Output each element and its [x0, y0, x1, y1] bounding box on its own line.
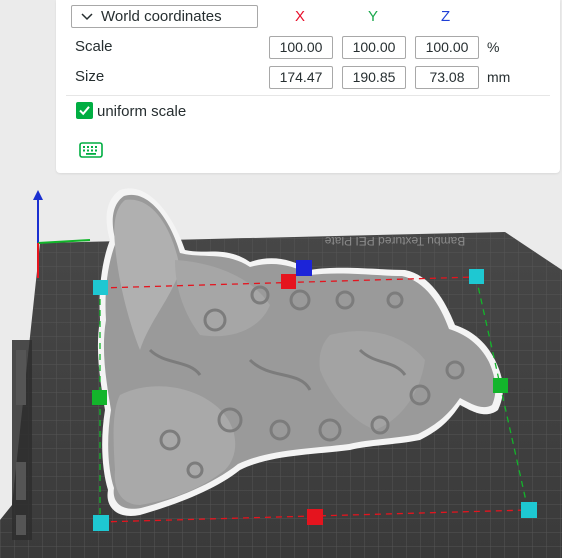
size-unit: mm: [487, 69, 511, 85]
size-z-input[interactable]: 73.08: [415, 66, 479, 89]
scale-z-input[interactable]: 100.00: [415, 36, 479, 59]
scale-unit: %: [487, 39, 500, 55]
z-scale-handle[interactable]: [296, 260, 312, 276]
scale-panel: World coordinates X Y Z Scale 100.00 100…: [56, 0, 560, 173]
x-scale-handle[interactable]: [307, 509, 323, 525]
checkmark-icon: [79, 106, 90, 116]
scale-x-input[interactable]: 100.00: [269, 36, 333, 59]
coordinate-mode-label: World coordinates: [101, 8, 222, 25]
corner-handle[interactable]: [521, 502, 537, 518]
x-scale-handle[interactable]: [281, 274, 296, 289]
corner-handle[interactable]: [93, 280, 108, 295]
axis-header-x: X: [295, 8, 306, 25]
coordinate-mode-select[interactable]: World coordinates: [71, 5, 258, 28]
axis-header-z: Z: [441, 8, 451, 25]
corner-handle[interactable]: [469, 269, 484, 284]
panel-divider: [66, 95, 550, 96]
scale-y-input[interactable]: 100.00: [342, 36, 406, 59]
size-y-input[interactable]: 190.85: [342, 66, 406, 89]
z-axis-arrow: [33, 190, 43, 200]
axis-header-y: Y: [368, 8, 379, 25]
y-scale-handle[interactable]: [493, 378, 508, 393]
size-x-input[interactable]: 174.47: [269, 66, 333, 89]
corner-handle[interactable]: [93, 515, 109, 531]
scale-label: Scale: [75, 38, 113, 55]
side-tool-slot[interactable]: [16, 350, 26, 405]
keyboard-icon[interactable]: [79, 142, 103, 158]
side-tool-slot[interactable]: [16, 462, 26, 500]
side-tool-slot[interactable]: [16, 515, 26, 535]
chevron-down-icon: [81, 13, 93, 21]
uniform-scale-checkbox[interactable]: [76, 102, 93, 119]
y-scale-handle[interactable]: [92, 390, 107, 405]
plate-label: Bambu Textured PEI Plate: [324, 234, 465, 248]
uniform-scale-label: uniform scale: [97, 103, 187, 120]
size-label: Size: [75, 68, 105, 85]
